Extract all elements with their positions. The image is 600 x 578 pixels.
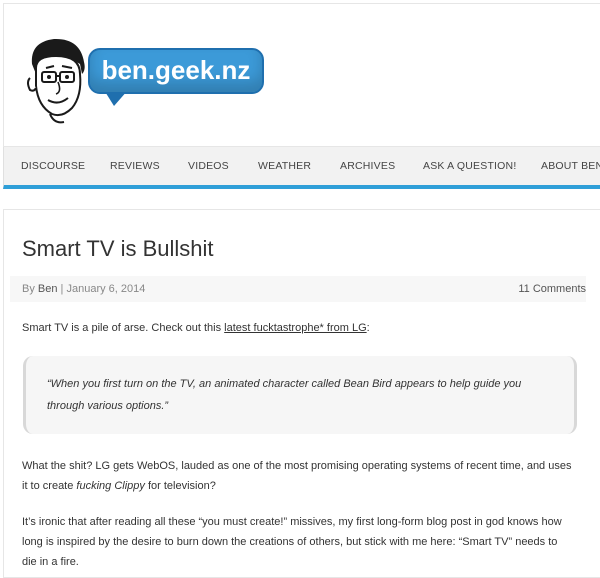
nav-item-archives[interactable]: Archives: [340, 147, 395, 185]
quote-text: “When you first turn on the TV, an anima…: [47, 378, 522, 412]
nav-item-videos[interactable]: Videos: [188, 147, 229, 185]
intro-text: Smart TV is a pile of arse. Check out th…: [22, 322, 222, 334]
byline-prefix: By: [22, 283, 35, 295]
intro-paragraph: Smart TV is a pile of arse. Check out th…: [22, 318, 574, 338]
paragraph-2: What the shit? LG gets WebOS, lauded as …: [22, 456, 574, 496]
meta-separator: |: [60, 283, 64, 295]
nav-item-about-ben[interactable]: About Ben: [541, 147, 600, 185]
nav-item-reviews[interactable]: Reviews: [110, 147, 160, 185]
post-meta: By Ben | January 6, 2014 11 Comments: [10, 276, 586, 302]
para2-end: for television?: [147, 480, 216, 492]
para2-emphasis: fucking Clippy: [76, 480, 145, 492]
post-article: Smart TV is Bullshit By Ben | January 6,…: [3, 209, 600, 578]
site-logo[interactable]: ben.geek.nz: [22, 34, 272, 126]
nav-item-weather[interactable]: Weather: [258, 147, 311, 185]
post-title[interactable]: Smart TV is Bullshit: [22, 236, 214, 262]
site-header: ben.geek.nz: [3, 3, 600, 147]
nav-item-discourse[interactable]: Discourse: [21, 147, 85, 185]
article-link[interactable]: latest fucktastrophe* from LG: [224, 322, 366, 334]
logo-text: ben.geek.nz: [88, 48, 264, 94]
intro-end: :: [366, 322, 370, 334]
ben-face-icon: [27, 38, 85, 124]
main-nav: Discourse Reviews Videos Weather Archive…: [3, 147, 600, 189]
post-byline: By Ben | January 6, 2014: [22, 276, 145, 302]
post-date[interactable]: January 6, 2014: [66, 283, 145, 295]
comments-link[interactable]: 11 Comments: [518, 276, 586, 302]
blockquote: “When you first turn on the TV, an anima…: [23, 356, 577, 434]
paragraph-3: It’s ironic that after reading all these…: [22, 516, 562, 568]
author-link[interactable]: Ben: [38, 283, 58, 295]
nav-item-ask-a-question[interactable]: Ask a Question!: [423, 147, 516, 185]
